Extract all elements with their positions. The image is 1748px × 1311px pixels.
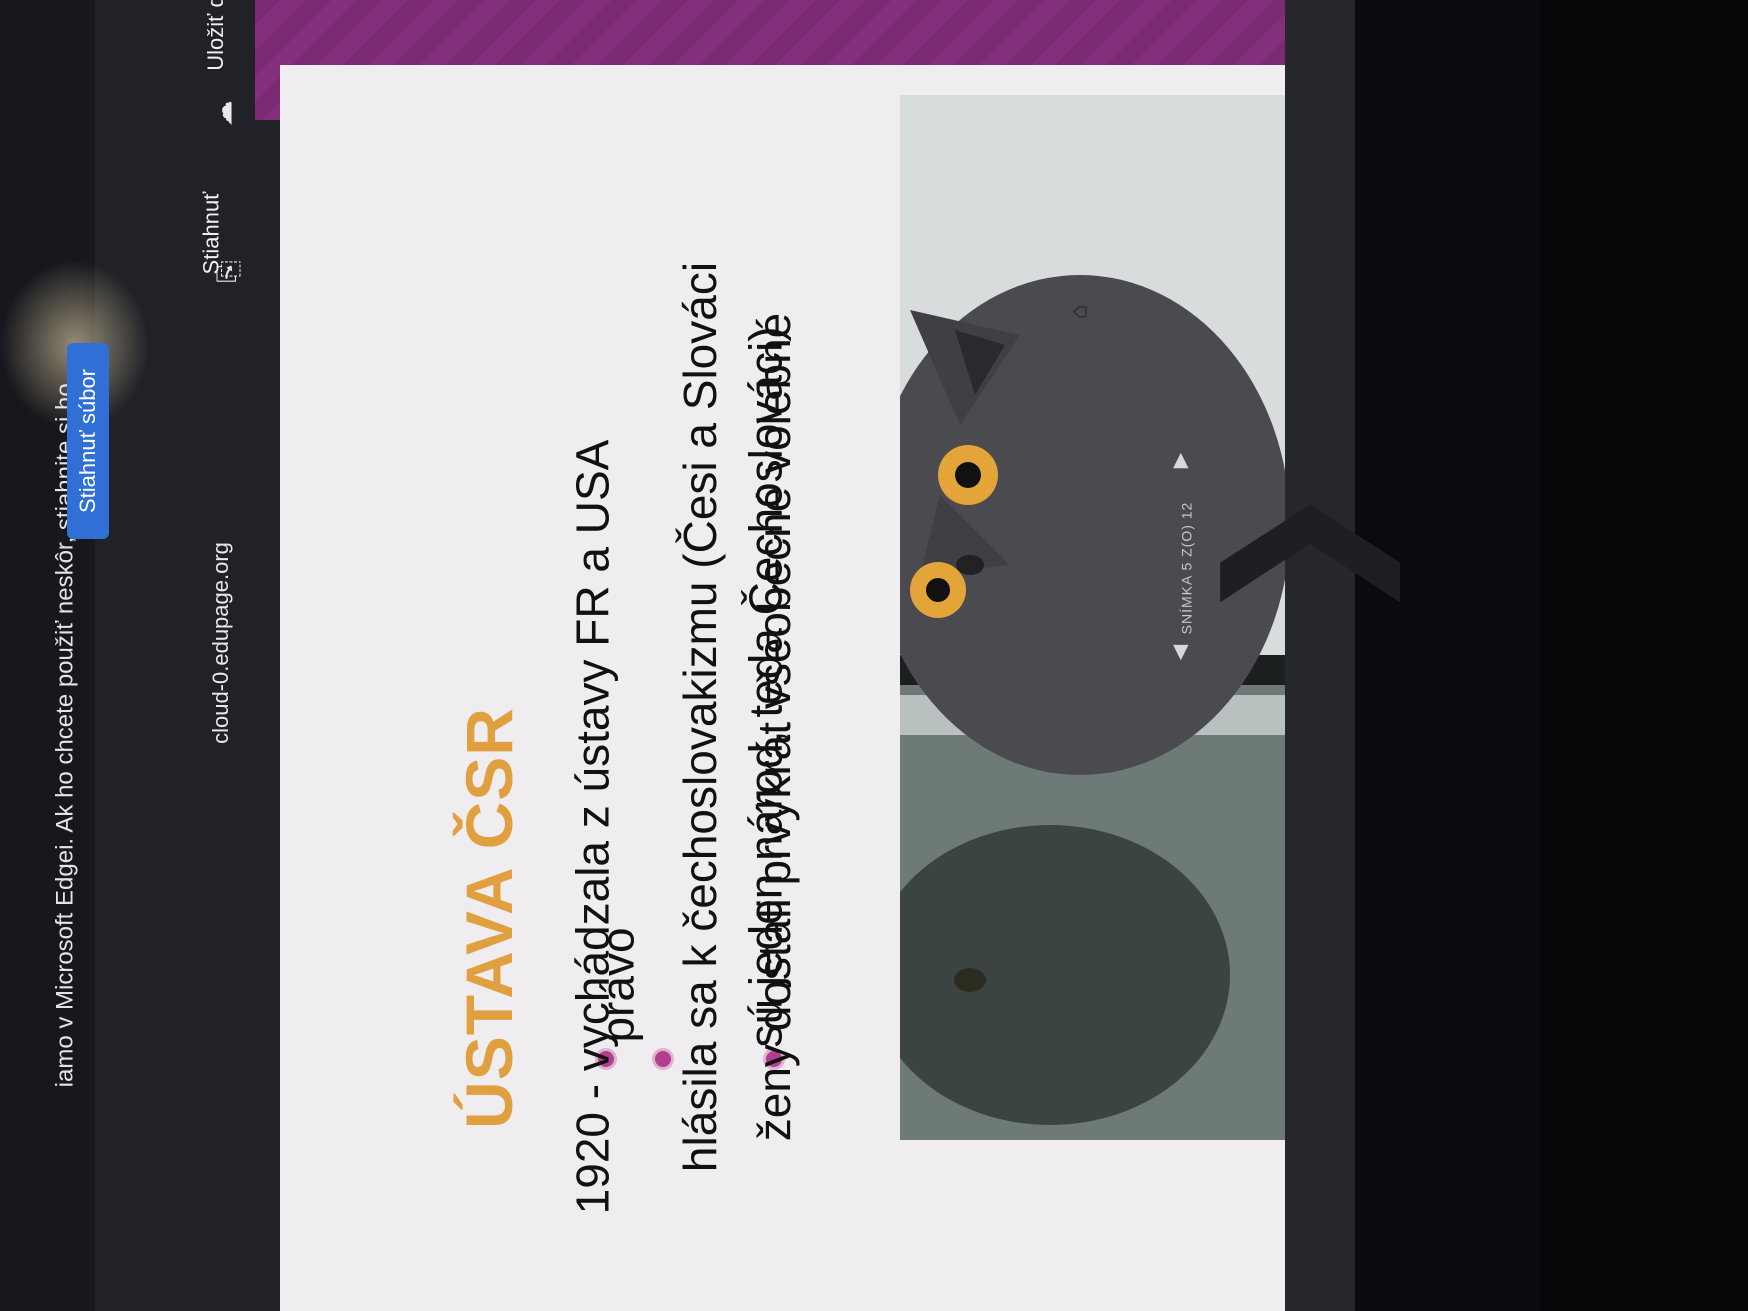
prev-slide-button[interactable]: ◀ [1167, 645, 1192, 660]
cursor-icon: ⌂ [1065, 304, 1093, 320]
slide-title: ÚSTAVA ČSR [451, 707, 526, 1129]
monitor-bezel [1540, 0, 1748, 1311]
notification-bar [0, 0, 95, 1311]
download-button[interactable]: Stiahnuť [198, 192, 224, 275]
url-display[interactable]: cloud-0.edupage.org [208, 542, 234, 744]
chevron-down-icon: ❯ [1194, 479, 1396, 630]
next-slide-button[interactable]: ▶ [1167, 453, 1192, 468]
bullet-1-line-1: 1920 - vychádzala z ústavy FR a USA [566, 439, 619, 1215]
cloud-icon[interactable]: ☁ [208, 101, 239, 127]
download-file-button[interactable]: Stiahnuť súbor [67, 342, 110, 540]
address-bar [95, 0, 280, 1311]
bullet-dot [652, 1048, 674, 1070]
bullet-3-line-2: sú jeden národ, teda Čechoslováci) [739, 326, 792, 1048]
bullet-3-line-1: hlásila sa k čechoslovakizmu (Česi a Slo… [674, 261, 727, 1173]
viewer-toolbar [1285, 0, 1355, 1311]
bullet-2-line-2: právo [591, 927, 644, 1043]
save-to-cloud-button[interactable]: Uložiť d [203, 0, 229, 71]
